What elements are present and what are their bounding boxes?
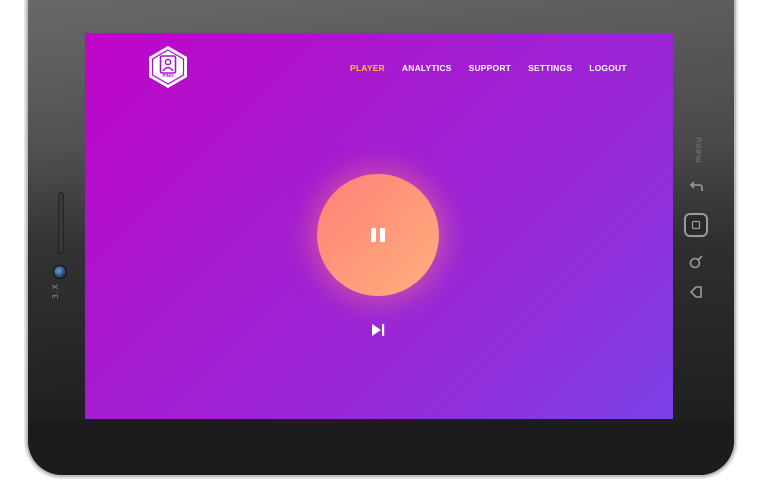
app-logo[interactable]: PINO	[147, 45, 189, 89]
skip-next-icon	[372, 324, 385, 336]
return-icon[interactable]	[684, 280, 708, 304]
tablet-speaker-slot	[58, 192, 64, 254]
nav-item-support[interactable]: SUPPORT	[469, 63, 512, 77]
nav-item-player[interactable]: PLAYER	[350, 63, 385, 77]
camera-icon	[53, 265, 67, 279]
play-pause-button[interactable]	[317, 174, 439, 296]
nav-item-settings[interactable]: SETTINGS	[528, 63, 572, 77]
top-nav: PLAYER ANALYTICS SUPPORT SETTINGS LOGOUT	[350, 63, 627, 77]
pause-icon	[371, 228, 385, 242]
app-screen: PINO PLAYER ANALYTICS SUPPORT SETTINGS L…	[85, 33, 673, 419]
skip-next-button[interactable]	[370, 322, 386, 338]
nav-item-analytics[interactable]: ANALYTICS	[402, 63, 452, 77]
tablet-bottom-bezel	[28, 420, 734, 475]
home-icon[interactable]	[684, 213, 708, 237]
device-side-label: 3.X	[51, 283, 60, 300]
back-icon[interactable]	[684, 175, 708, 199]
logo-hexagon-icon	[149, 46, 187, 88]
nav-item-logout[interactable]: LOGOUT	[589, 63, 627, 77]
device-menu-label: menu	[694, 136, 703, 163]
search-icon[interactable]	[684, 250, 708, 274]
logo-text: PINO	[162, 73, 174, 78]
